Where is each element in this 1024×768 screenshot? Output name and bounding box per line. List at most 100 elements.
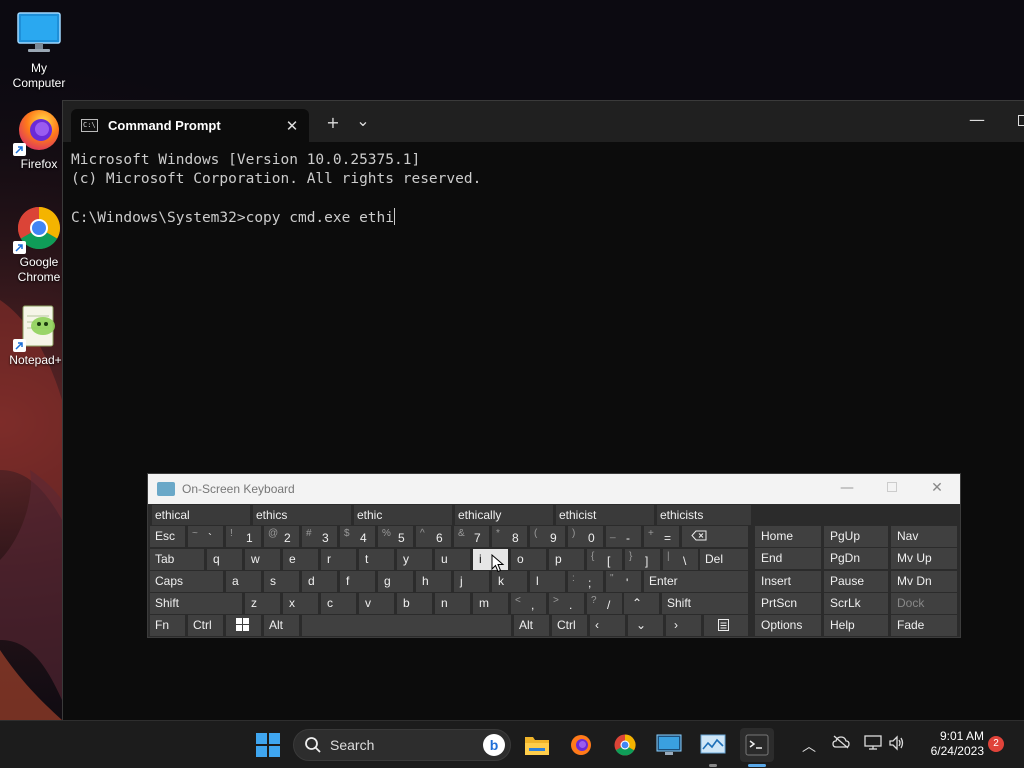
- key-z[interactable]: z: [245, 593, 280, 614]
- key-u[interactable]: u: [435, 549, 470, 570]
- key-r[interactable]: r: [321, 549, 356, 570]
- key-semicolon[interactable]: :;: [568, 571, 603, 592]
- key-6[interactable]: ^ 6: [416, 526, 451, 547]
- prediction-item[interactable]: ethical: [152, 505, 250, 525]
- key-[[interactable]: {[: [587, 549, 622, 570]
- prediction-item[interactable]: ethic: [354, 505, 452, 525]
- key-3[interactable]: #3: [302, 526, 337, 547]
- key-arrow-down[interactable]: ⌄: [628, 615, 663, 636]
- notification-badge[interactable]: 2: [988, 736, 1004, 752]
- taskbar-firefox[interactable]: [564, 728, 598, 762]
- tab-dropdown-button[interactable]: ⌄: [353, 111, 373, 130]
- key-d[interactable]: d: [302, 571, 337, 592]
- key-arrow-left[interactable]: ‹: [590, 615, 625, 636]
- key-ctrl-left[interactable]: Ctrl: [188, 615, 223, 636]
- tab-command-prompt[interactable]: C:\ Command Prompt ✕: [71, 109, 309, 142]
- key-k[interactable]: k: [492, 571, 527, 592]
- key-][interactable]: }]: [625, 549, 660, 570]
- onedrive-offline-icon[interactable]: [832, 735, 850, 753]
- key-mv-up[interactable]: Mv Up: [891, 548, 957, 570]
- prediction-item[interactable]: ethics: [253, 505, 351, 525]
- key-tab[interactable]: Tab: [150, 549, 204, 570]
- key-h[interactable]: h: [416, 571, 451, 592]
- taskbar-clock[interactable]: 9:01 AM 6/24/2023: [912, 729, 984, 759]
- key-x[interactable]: x: [283, 593, 318, 614]
- start-button[interactable]: [251, 728, 285, 762]
- minimize-button[interactable]: —: [967, 110, 987, 129]
- key-backslash[interactable]: | \: [663, 549, 698, 570]
- key-1[interactable]: ! 1: [226, 526, 261, 547]
- key-esc[interactable]: Esc: [150, 526, 185, 547]
- osk-close-button[interactable]: ✕: [926, 480, 948, 496]
- key-pause[interactable]: Pause: [824, 570, 888, 592]
- key-quote[interactable]: " ': [606, 571, 641, 592]
- key-y[interactable]: y: [397, 549, 432, 570]
- key-b[interactable]: b: [397, 593, 432, 614]
- key-pgup[interactable]: PgUp: [824, 526, 888, 547]
- osk-maximize-button[interactable]: [881, 480, 903, 496]
- new-tab-button[interactable]: +: [323, 113, 343, 132]
- network-icon[interactable]: [864, 735, 882, 755]
- close-tab-icon[interactable]: ✕: [279, 117, 305, 135]
- key-backspace[interactable]: [682, 526, 748, 547]
- key-v[interactable]: v: [359, 593, 394, 614]
- key-end[interactable]: End: [755, 548, 821, 570]
- key-insert[interactable]: Insert: [755, 570, 821, 592]
- key-m[interactable]: m: [473, 593, 508, 614]
- key-j[interactable]: j: [454, 571, 489, 592]
- key-f[interactable]: f: [340, 571, 375, 592]
- key-caps[interactable]: Caps: [150, 571, 223, 592]
- desktop-icon-my-computer[interactable]: My Computer: [3, 10, 75, 91]
- key-scrlk[interactable]: ScrLk: [824, 592, 888, 614]
- taskbar-terminal[interactable]: [740, 728, 774, 762]
- key-windows[interactable]: [226, 615, 261, 636]
- osk-title-bar[interactable]: On-Screen Keyboard — ✕: [148, 474, 960, 504]
- key-arrow-up[interactable]: ⌃: [624, 593, 659, 614]
- key-5[interactable]: % 5: [378, 526, 413, 547]
- key-o[interactable]: o: [511, 549, 546, 570]
- key-ctrl-right[interactable]: Ctrl: [552, 615, 587, 636]
- key-7[interactable]: & 7: [454, 526, 489, 547]
- taskbar-remote-desktop[interactable]: [652, 728, 686, 762]
- key-mv-dn[interactable]: Mv Dn: [891, 570, 957, 592]
- taskbar-chrome[interactable]: [608, 728, 642, 762]
- key-slash[interactable]: ? /: [587, 593, 622, 614]
- key-t[interactable]: t: [359, 549, 394, 570]
- key-c[interactable]: c: [321, 593, 356, 614]
- key-prtscn[interactable]: PrtScn: [755, 592, 821, 614]
- key-alt-left[interactable]: Alt: [264, 615, 299, 636]
- key-nav[interactable]: Nav: [891, 526, 957, 547]
- key-w[interactable]: w: [245, 549, 280, 570]
- key-space[interactable]: [302, 615, 511, 636]
- key-dock[interactable]: Dock: [891, 592, 957, 614]
- key-del[interactable]: Del: [700, 549, 748, 570]
- key-4[interactable]: $4: [340, 526, 375, 547]
- key-g[interactable]: g: [378, 571, 413, 592]
- prediction-item[interactable]: ethicist: [556, 505, 654, 525]
- key-9[interactable]: (9: [530, 526, 565, 547]
- volume-icon[interactable]: [888, 735, 906, 755]
- on-screen-keyboard-window[interactable]: On-Screen Keyboard — ✕ ethical ethics et…: [147, 473, 961, 638]
- key-n[interactable]: n: [435, 593, 470, 614]
- key-`[interactable]: ~ `: [188, 526, 223, 547]
- key-s[interactable]: s: [264, 571, 299, 592]
- key-period[interactable]: >.: [549, 593, 584, 614]
- key-enter[interactable]: Enter: [644, 571, 748, 592]
- prediction-item[interactable]: ethicists: [657, 505, 751, 525]
- key--[interactable]: _ -: [606, 526, 641, 547]
- key-home[interactable]: Home: [755, 526, 821, 547]
- key-8[interactable]: * 8: [492, 526, 527, 547]
- key-p[interactable]: p: [549, 549, 584, 570]
- show-hidden-icons-chevron-icon[interactable]: ︿: [802, 736, 816, 756]
- key-=[interactable]: + =: [644, 526, 679, 547]
- taskbar-file-explorer[interactable]: [520, 728, 554, 762]
- key-shift-right[interactable]: Shift: [662, 593, 748, 614]
- key-0[interactable]: ) 0: [568, 526, 603, 547]
- key-l[interactable]: l: [530, 571, 565, 592]
- key-pgdn[interactable]: PgDn: [824, 548, 888, 570]
- key-fade[interactable]: Fade: [891, 615, 957, 637]
- key-alt-right[interactable]: Alt: [514, 615, 549, 636]
- key-shift-left[interactable]: Shift: [150, 593, 242, 614]
- key-options[interactable]: Options: [755, 615, 821, 637]
- key-help[interactable]: Help: [824, 615, 888, 637]
